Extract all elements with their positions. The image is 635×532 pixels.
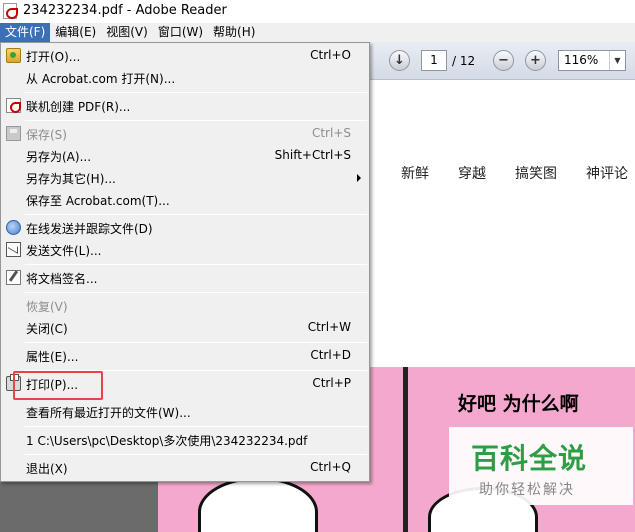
pdf-file-icon	[3, 3, 18, 19]
file-menu: 打开(O)... Ctrl+O 从 Acrobat.com 打开(N)... 联…	[0, 42, 370, 482]
down-arrow-icon: ↓	[394, 53, 405, 68]
title-bar: 234232234.pdf - Adobe Reader	[0, 0, 635, 23]
submenu-arrow-icon	[357, 174, 361, 182]
zoom-in-button[interactable]: +	[525, 50, 546, 71]
zoom-out-button[interactable]: −	[493, 50, 514, 71]
menu-item-save-as-other[interactable]: 另存为其它(H)...	[1, 167, 369, 189]
page-total: / 12	[452, 54, 476, 68]
nav-link-funny: 搞笑图	[515, 166, 557, 182]
menu-item-open[interactable]: 打开(O)... Ctrl+O	[1, 45, 369, 67]
watermark-title: 百科全说	[471, 442, 588, 475]
zoom-select[interactable]: 116% ▼	[558, 50, 626, 71]
menu-item-recent-file-1[interactable]: 1 C:\Users\pc\Desktop\多次使用\234232234.pdf	[1, 429, 369, 451]
watermark: 百科全说 助你轻松解决	[449, 427, 633, 505]
chevron-down-icon[interactable]: ▼	[609, 51, 625, 70]
minus-icon: −	[498, 53, 509, 68]
print-highlight-box	[13, 371, 103, 400]
page-number-input[interactable]: 1	[421, 50, 447, 71]
nav-link-comments: 神评论	[586, 166, 628, 182]
next-page-button[interactable]: ↓	[389, 50, 410, 71]
menu-view[interactable]: 视图(V)	[101, 23, 153, 42]
menu-separator	[25, 426, 367, 427]
send-icon	[6, 242, 21, 257]
menu-item-send-track[interactable]: 在线发送并跟踪文件(D)	[1, 217, 369, 239]
menu-separator	[25, 454, 367, 455]
menu-window[interactable]: 窗口(W)	[153, 23, 208, 42]
menu-item-send-file[interactable]: 发送文件(L)...	[1, 239, 369, 261]
plus-icon: +	[530, 53, 541, 68]
track-icon	[6, 220, 21, 235]
menu-separator	[25, 264, 367, 265]
menu-separator	[25, 342, 367, 343]
menu-item-exit[interactable]: 退出(X) Ctrl+Q	[1, 457, 369, 479]
menu-item-open-acrobat[interactable]: 从 Acrobat.com 打开(N)...	[1, 67, 369, 89]
menu-separator	[25, 92, 367, 93]
menu-edit[interactable]: 编辑(E)	[50, 23, 101, 42]
menu-item-create-pdf[interactable]: 联机创建 PDF(R)...	[1, 95, 369, 117]
menu-separator	[25, 292, 367, 293]
menu-item-sign[interactable]: 将文档签名...	[1, 267, 369, 289]
zoom-value: 116%	[564, 53, 599, 67]
menu-bar: 文件(F) 编辑(E) 视图(V) 窗口(W) 帮助(H)	[0, 23, 635, 42]
menu-separator	[25, 214, 367, 215]
open-icon	[6, 48, 21, 63]
sign-icon	[6, 270, 21, 285]
menu-item-revert: 恢复(V)	[26, 300, 68, 314]
menu-item-save-to-acrobat[interactable]: 保存至 Acrobat.com(T)...	[1, 189, 369, 211]
watermark-subtitle: 助你轻松解决	[479, 482, 575, 498]
menu-item-save-as[interactable]: 另存为(A)... Shift+Ctrl+S	[1, 145, 369, 167]
menu-item-recent-files[interactable]: 查看所有最近打开的文件(W)...	[1, 401, 369, 423]
pdf-icon	[6, 98, 21, 113]
nav-link-travel: 穿越	[458, 166, 486, 182]
comic-speech-text: 好吧 为什么啊	[458, 393, 579, 415]
menu-item-properties[interactable]: 属性(E)... Ctrl+D	[1, 345, 369, 367]
menu-help[interactable]: 帮助(H)	[208, 23, 260, 42]
save-icon	[6, 126, 21, 141]
menu-item-save: 保存(S) Ctrl+S	[1, 123, 369, 145]
menu-separator	[25, 120, 367, 121]
nav-link-fresh: 新鲜	[401, 166, 429, 182]
menu-file[interactable]: 文件(F)	[0, 23, 51, 42]
menu-item-close[interactable]: 关闭(C) Ctrl+W	[1, 317, 369, 339]
window-title: 234232234.pdf - Adobe Reader	[23, 3, 227, 18]
